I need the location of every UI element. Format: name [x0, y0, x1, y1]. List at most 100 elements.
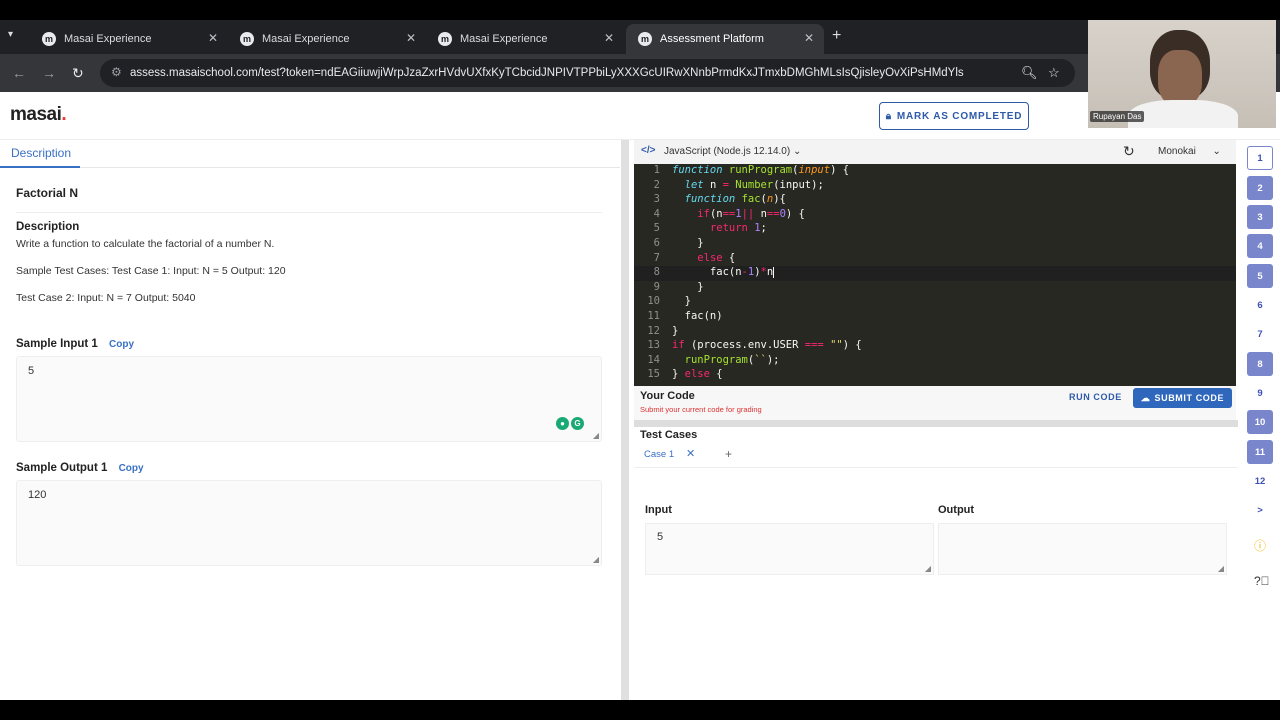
sample-input-label: Sample Input 1	[16, 338, 98, 350]
close-tab-icon[interactable]: ✕	[604, 31, 614, 45]
code-line: 3 function fac(n){	[653, 193, 786, 206]
description-line: Test Case 2: Input: N = 7 Output: 5040	[16, 292, 196, 304]
tab-description-label: Description	[11, 146, 72, 160]
close-tab-icon[interactable]: ✕	[208, 31, 218, 45]
question-navigator: 1 2 3 4 5 6 7 8 9 10 11 12 > ⓘ ?⃝	[1239, 140, 1280, 700]
code-editor[interactable]: 1 function runProgram(input) { 2 let n = …	[634, 164, 1236, 386]
code-line: 11 fac(n)	[647, 310, 723, 322]
browser-tab-active[interactable]: m Assessment Platform ✕	[626, 24, 824, 54]
code-line: 5 return 1;	[653, 222, 767, 235]
horizontal-scrollbar[interactable]	[634, 420, 1238, 427]
question-button-2[interactable]: 2	[1247, 176, 1273, 200]
bookmark-star-icon[interactable]: ☆	[1048, 65, 1060, 81]
code-line-active: 8 fac(n-1)*n	[634, 266, 1236, 281]
url-text: assess.masaischool.com/test?token=ndEAGi…	[130, 67, 964, 79]
copy-sample-output-button[interactable]: Copy	[119, 463, 144, 474]
code-line: 10 }	[647, 295, 691, 308]
your-code-subtext: Submit your current code for grading	[640, 405, 762, 414]
copy-sample-input-button[interactable]: Copy	[109, 339, 134, 350]
editor-toolbar: </> JavaScript (Node.js 12.14.0) ⌄ ↻ Mon…	[634, 140, 1236, 164]
editor-footer: Your Code Submit your current code for g…	[634, 386, 1236, 420]
grammarly-icon[interactable]: G	[571, 417, 584, 430]
description-line: Sample Test Cases: Test Case 1: Input: N…	[16, 265, 286, 277]
question-button-5[interactable]: 5	[1247, 264, 1273, 288]
language-select[interactable]: JavaScript (Node.js 12.14.0) ⌄	[664, 146, 801, 157]
tab-description[interactable]: Description	[0, 140, 620, 168]
tab-search-dropdown-icon[interactable]: ▾	[8, 29, 13, 40]
input-label: Input	[645, 504, 672, 516]
run-code-button[interactable]: RUN CODE	[1069, 392, 1122, 402]
divider	[16, 212, 602, 213]
code-line: 2 let n = Number(input);	[653, 178, 824, 191]
grammarly-hint-icon[interactable]: ●	[556, 417, 569, 430]
close-tab-icon[interactable]: ✕	[406, 31, 416, 45]
assessment-page: masai. 🔒︎ MARK AS COMPLETED Description …	[0, 92, 1280, 700]
resize-grip-icon[interactable]: ◢	[593, 431, 599, 440]
tab-title: Assessment Platform	[660, 33, 764, 45]
tab-title: Masai Experience	[460, 33, 548, 45]
sample-output-box[interactable]: 120 ◢	[16, 480, 602, 566]
panel-resize-handle[interactable]	[621, 140, 629, 700]
masai-favicon-icon: m	[638, 32, 652, 46]
code-panel: </> JavaScript (Node.js 12.14.0) ⌄ ↻ Mon…	[629, 140, 1239, 700]
question-button-6[interactable]: 6	[1247, 293, 1273, 317]
close-case-icon[interactable]: ✕	[686, 447, 695, 460]
lock-icon: 🔒︎	[885, 110, 892, 122]
problem-panel: Description Factorial N Description Writ…	[0, 140, 621, 700]
test-case-tab[interactable]: Case 1	[644, 449, 674, 460]
masai-favicon-icon: m	[42, 32, 56, 46]
resize-grip-icon[interactable]: ◢	[925, 564, 931, 573]
zoom-search-icon[interactable]: 🔍︎	[1021, 65, 1038, 81]
theme-select[interactable]: Monokai ⌄	[1158, 146, 1221, 157]
question-button-1[interactable]: 1	[1247, 146, 1273, 170]
browser-tab[interactable]: m Masai Experience ✕	[228, 24, 426, 54]
browser-tab[interactable]: m Masai Experience ✕	[30, 24, 228, 54]
forward-icon[interactable]: →	[42, 65, 56, 81]
reset-code-icon[interactable]: ↻	[1123, 143, 1135, 160]
mark-as-completed-label: MARK AS COMPLETED	[896, 110, 1023, 122]
browser-tab[interactable]: m Masai Experience ✕	[426, 24, 624, 54]
question-button-10[interactable]: 10	[1247, 410, 1273, 434]
grammarly-widget[interactable]: ● G	[556, 417, 584, 430]
test-input-value: 5	[657, 531, 664, 543]
question-button-9[interactable]: 9	[1247, 381, 1273, 405]
cloud-upload-icon: ☁	[1140, 392, 1151, 403]
resize-grip-icon[interactable]: ◢	[1218, 564, 1224, 573]
back-icon[interactable]: ←	[12, 65, 26, 81]
resize-grip-icon[interactable]: ◢	[593, 555, 599, 564]
sample-input-heading: Sample Input 1 Copy	[16, 338, 134, 350]
reload-icon[interactable]: ↻	[72, 65, 84, 82]
help-icon[interactable]: ?⃝	[1254, 574, 1270, 588]
code-line: 12}	[647, 324, 679, 337]
info-icon[interactable]: ⓘ	[1254, 537, 1266, 554]
test-output-field: ◢	[938, 523, 1227, 575]
code-line: 1 function runProgram(input) {	[653, 164, 850, 176]
sample-input-box[interactable]: 5 ◢	[16, 356, 602, 442]
webcam-name-label: Rupayan Das	[1090, 111, 1145, 122]
new-tab-icon[interactable]: +	[832, 27, 841, 45]
webcam-overlay: Rupayan Das	[1088, 20, 1276, 128]
next-questions-button[interactable]: >	[1247, 498, 1273, 522]
masai-favicon-icon: m	[438, 32, 452, 46]
mark-as-completed-button[interactable]: 🔒︎ MARK AS COMPLETED	[879, 102, 1029, 130]
question-button-4[interactable]: 4	[1247, 234, 1273, 258]
code-line: 14 runProgram(``);	[647, 353, 780, 366]
code-line: 6 }	[653, 237, 704, 249]
sample-input-value: 5	[28, 365, 35, 377]
question-button-7[interactable]: 7	[1247, 322, 1273, 346]
code-line: 4 if(n==1|| n==0) {	[653, 207, 805, 220]
question-button-3[interactable]: 3	[1247, 205, 1273, 229]
add-test-case-button[interactable]: +	[725, 447, 732, 461]
submit-code-button[interactable]: ☁ SUBMIT CODE	[1133, 388, 1232, 408]
masai-logo: masai.	[10, 104, 67, 125]
close-tab-icon[interactable]: ✕	[804, 31, 814, 45]
description-heading: Description	[16, 221, 80, 233]
question-button-12[interactable]: 12	[1247, 469, 1273, 493]
sample-output-label: Sample Output 1	[16, 462, 108, 474]
site-info-icon[interactable]: ⚙	[111, 65, 122, 79]
question-button-8[interactable]: 8	[1247, 352, 1273, 376]
url-input[interactable]: ⚙ assess.masaischool.com/test?token=ndEA…	[100, 59, 1075, 87]
question-button-11[interactable]: 11	[1247, 440, 1273, 464]
code-line: 9 }	[653, 280, 704, 293]
test-input-field[interactable]: 5 ◢	[645, 523, 934, 575]
